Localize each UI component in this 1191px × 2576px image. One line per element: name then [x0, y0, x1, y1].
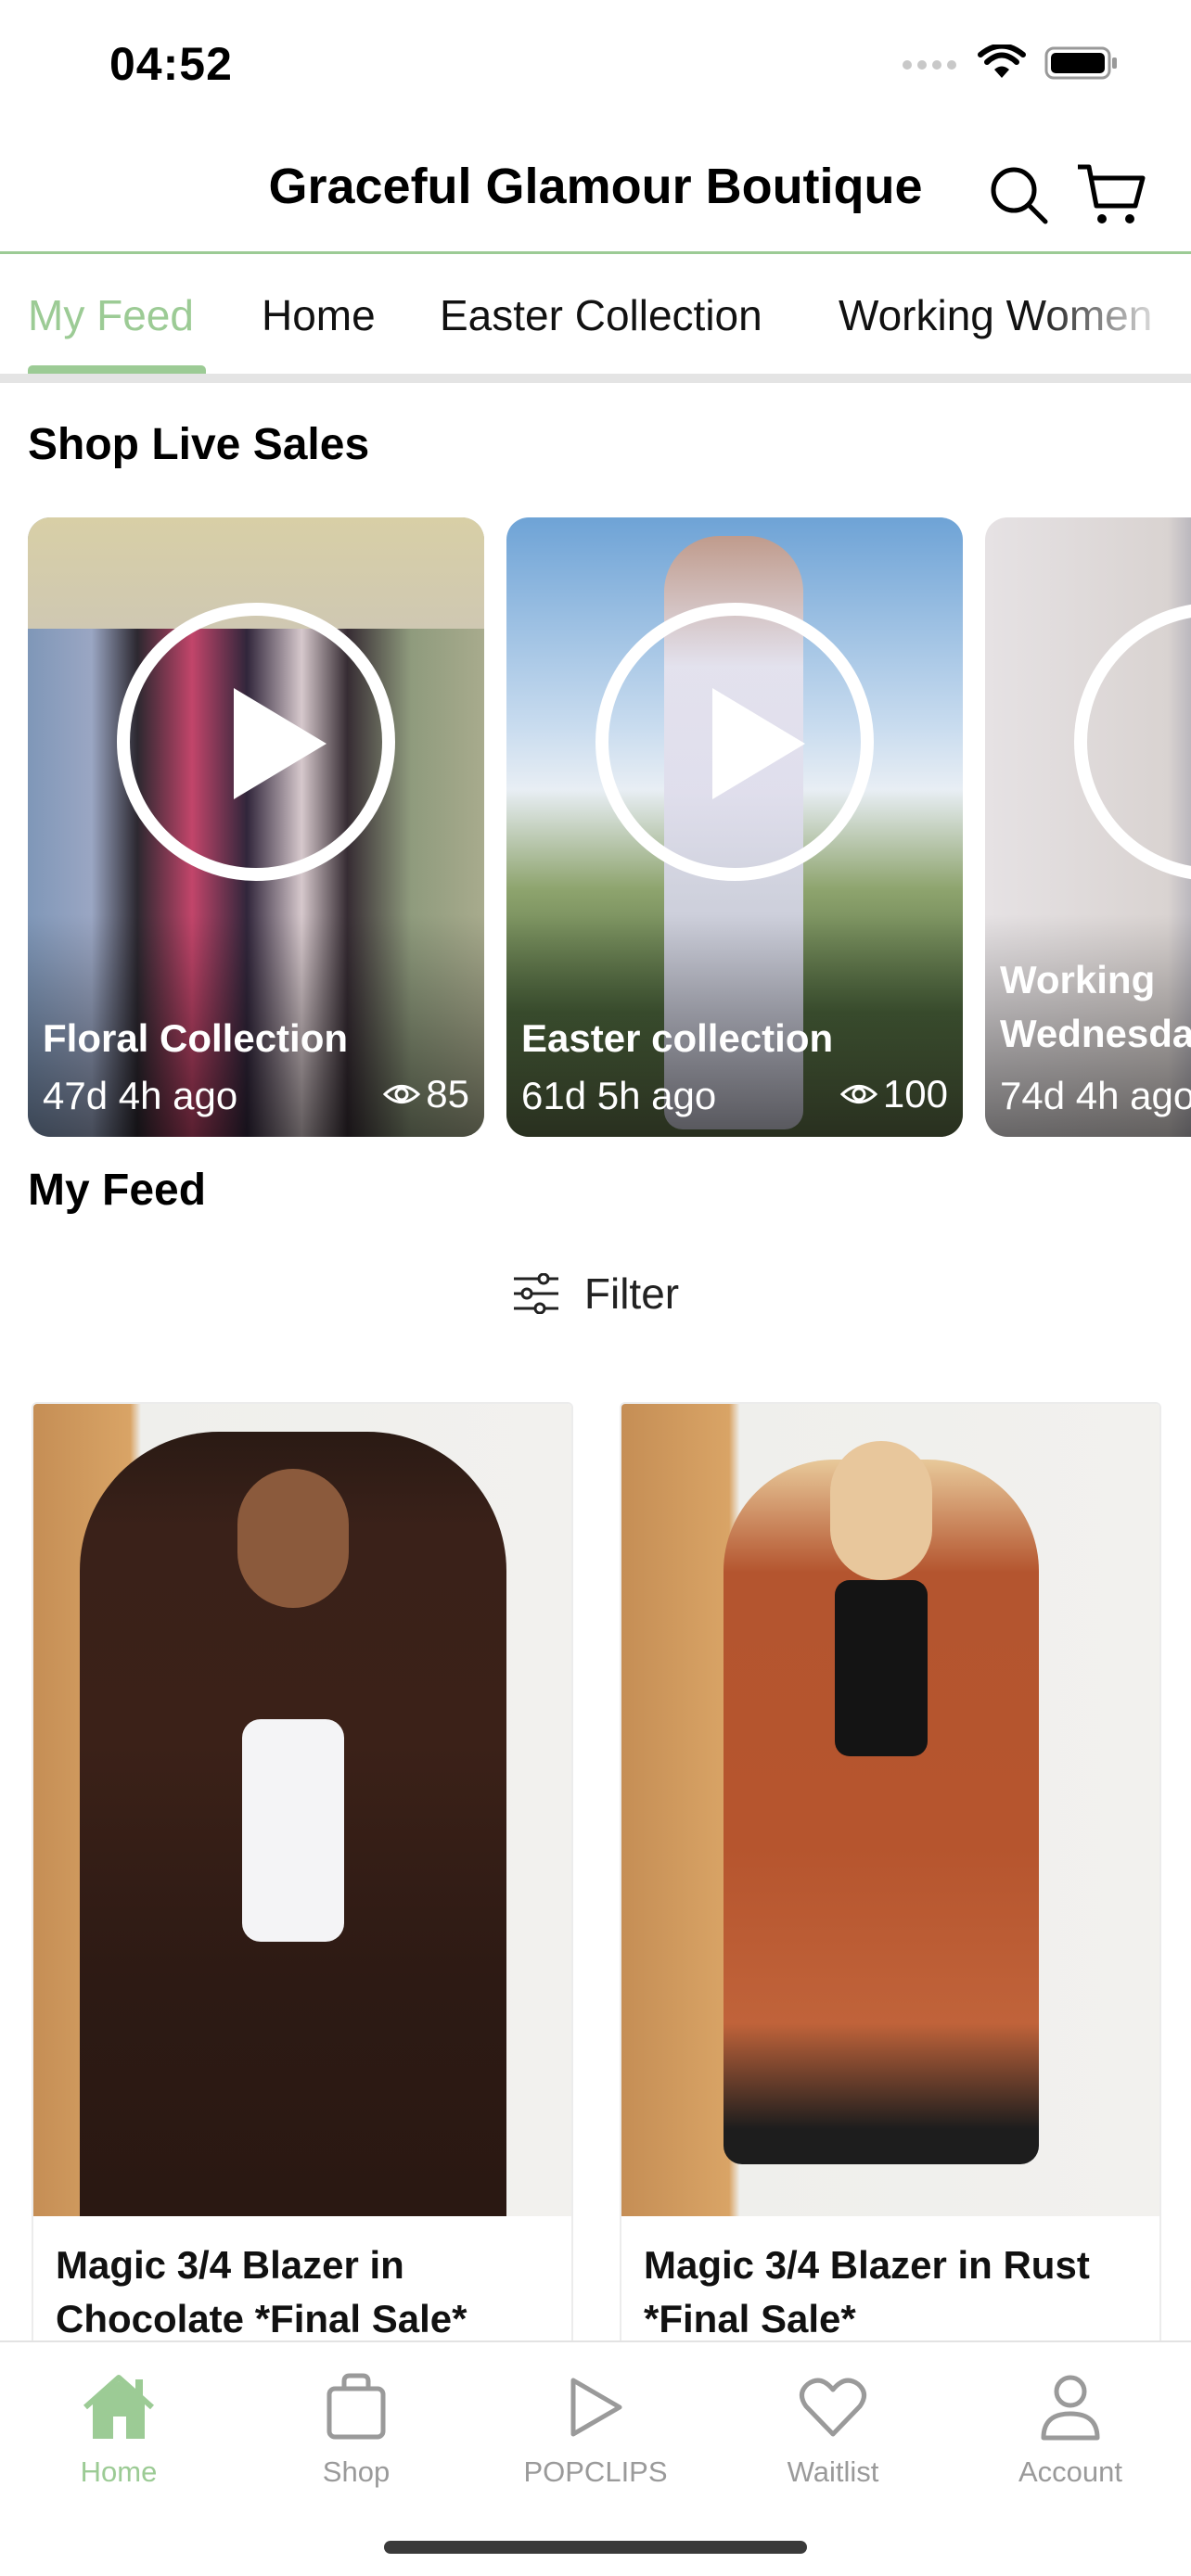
tabbar-account[interactable]: Account: [978, 2368, 1163, 2489]
tabs-fade: [1033, 257, 1191, 374]
filter-button[interactable]: Filter: [0, 1269, 1191, 1319]
live-sale-time: 47d 4h ago: [43, 1074, 238, 1117]
product-card[interactable]: Magic 3/4 Blazer in Chocolate *Final Sal…: [32, 1402, 573, 2348]
home-icon: [83, 2375, 154, 2439]
live-sale-title: Working Wednesday: [1000, 958, 1191, 1055]
bag-icon: [327, 2373, 386, 2440]
product-image[interactable]: [33, 1404, 571, 2216]
tabbar-shop[interactable]: Shop: [263, 2368, 449, 2489]
active-tab-indicator: [28, 365, 206, 374]
wifi-icon: [978, 45, 1026, 78]
tabbar-home[interactable]: Home: [26, 2368, 211, 2489]
live-sale-title: Floral Collection: [43, 1016, 349, 1060]
tabbar-popclips[interactable]: POPCLIPS: [503, 2368, 688, 2489]
home-indicator[interactable]: [384, 2541, 807, 2554]
search-icon: [991, 167, 1048, 224]
live-sales-carousel[interactable]: Floral Collection 47d 4h ago 85 Easter c…: [0, 517, 1191, 1139]
live-sale-card[interactable]: Working Wednesday 74d 4h ago: [985, 517, 1191, 1137]
live-sale-time: 74d 4h ago: [1000, 1074, 1191, 1117]
play-icon: [570, 2378, 622, 2437]
live-sale-card[interactable]: Easter collection 61d 5h ago 100: [506, 517, 963, 1137]
live-sale-card[interactable]: Floral Collection 47d 4h ago 85: [28, 517, 484, 1137]
tabbar-waitlist[interactable]: Waitlist: [740, 2368, 926, 2489]
filter-icon: [513, 1273, 558, 1314]
eye-icon: [839, 1085, 877, 1103]
product-card[interactable]: Magic 3/4 Blazer in Rust *Final Sale*: [620, 1402, 1161, 2348]
cart-button[interactable]: [1074, 158, 1148, 232]
tab-home[interactable]: Home: [262, 290, 376, 340]
tabbar-waitlist-label: Waitlist: [787, 2455, 879, 2488]
view-count: 100: [839, 1072, 948, 1116]
play-icon[interactable]: [596, 603, 874, 881]
tabbar-shop-label: Shop: [322, 2455, 391, 2488]
app-header: Graceful Glamour Boutique: [0, 130, 1191, 254]
heart-icon: [800, 2378, 866, 2437]
my-feed-heading: My Feed: [28, 1166, 207, 1215]
search-button[interactable]: [981, 158, 1056, 232]
product-name[interactable]: Magic 3/4 Blazer in Rust *Final Sale*: [644, 2238, 1145, 2346]
view-count: 85: [383, 1072, 469, 1116]
live-sale-title: Easter collection: [521, 1016, 834, 1060]
tab-my-feed[interactable]: My Feed: [28, 290, 194, 340]
shop-live-sales-heading: Shop Live Sales: [28, 420, 370, 469]
tab-easter-collection[interactable]: Easter Collection: [440, 290, 762, 340]
battery-icon: [1044, 46, 1117, 80]
play-icon[interactable]: [117, 603, 395, 881]
tabbar-account-label: Account: [1018, 2455, 1122, 2488]
status-time: 04:52: [109, 38, 233, 90]
play-icon[interactable]: [1074, 603, 1191, 881]
category-tabs: My Feed Home Easter Collection Working W…: [0, 257, 1191, 383]
signal-icon: [903, 60, 956, 70]
person-icon: [1041, 2375, 1100, 2441]
tabbar-popclips-label: POPCLIPS: [523, 2455, 668, 2488]
cart-icon: [1078, 164, 1146, 223]
product-image[interactable]: [621, 1404, 1159, 2216]
product-name[interactable]: Magic 3/4 Blazer in Chocolate *Final Sal…: [56, 2238, 557, 2346]
tabbar-home-label: Home: [80, 2455, 158, 2488]
live-sale-time: 61d 5h ago: [521, 1074, 717, 1117]
eye-icon: [383, 1085, 421, 1103]
status-icons: [902, 45, 1119, 82]
status-bar: 04:52: [0, 0, 1191, 130]
filter-label: Filter: [583, 1269, 680, 1318]
